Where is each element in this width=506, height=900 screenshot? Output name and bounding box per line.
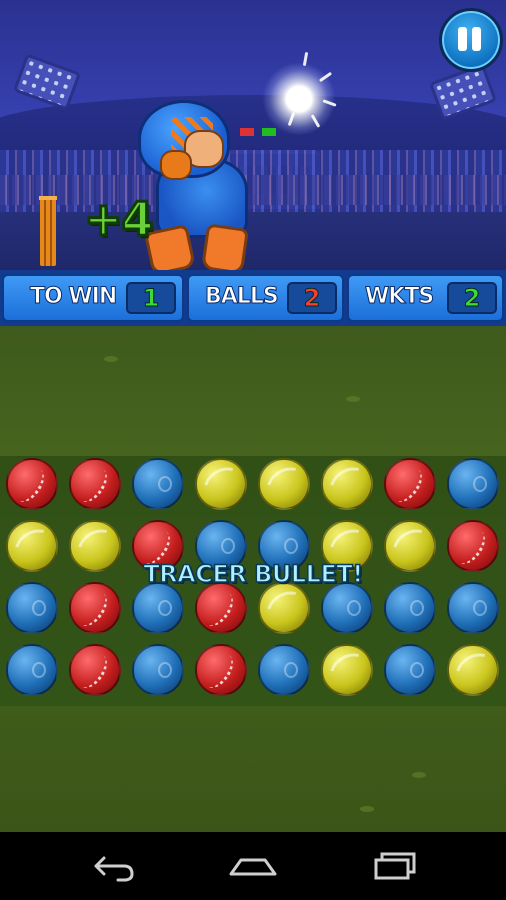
- to-win-panel: TO WIN 1: [2, 274, 184, 322]
- back-arrow-icon: [94, 856, 134, 882]
- blue-ball-r1-c3[interactable]: [132, 458, 184, 510]
- grass-patch: [360, 806, 374, 812]
- batting-glove: [160, 150, 192, 180]
- blue-ball-r3-c6[interactable]: [321, 582, 373, 634]
- recent-apps-icon: [374, 852, 416, 880]
- tennis-ball-r1-c4[interactable]: [195, 458, 247, 510]
- stadium-scene: +4: [0, 0, 506, 270]
- tennis-ball-r1-c5[interactable]: [258, 458, 310, 510]
- blue-ball-r4-c7[interactable]: [384, 644, 436, 696]
- cricket-ball-r4-c2[interactable]: [69, 644, 121, 696]
- floodlight-left: [12, 53, 82, 111]
- blue-ball-r3-c8[interactable]: [447, 582, 499, 634]
- stumps: [39, 196, 57, 266]
- pause-button[interactable]: [439, 8, 503, 72]
- blue-ball-r1-c8[interactable]: [447, 458, 499, 510]
- wickets-label: WKTS: [364, 284, 434, 310]
- balls-panel: BALLS 2: [187, 274, 344, 322]
- tennis-ball-r4-c8[interactable]: [447, 644, 499, 696]
- cricket-ball-r3-c4[interactable]: [195, 582, 247, 634]
- blue-ball-r3-c1[interactable]: [6, 582, 58, 634]
- blue-ball-r3-c7[interactable]: [384, 582, 436, 634]
- power-up-message: TRACER BULLET!: [143, 559, 364, 589]
- nav-home-button[interactable]: [223, 846, 283, 886]
- cricket-ball-r1-c2[interactable]: [69, 458, 121, 510]
- wickets-value: 2: [447, 282, 497, 314]
- blue-ball-r3-c3[interactable]: [132, 582, 184, 634]
- grass-patch: [346, 396, 360, 402]
- tennis-ball-r3-c5[interactable]: [258, 582, 310, 634]
- balls-label: BALLS: [205, 284, 280, 310]
- tennis-ball-r4-c6[interactable]: [321, 644, 373, 696]
- balls-value: 2: [287, 282, 337, 314]
- play-field: TRACER BULLET!: [0, 326, 506, 832]
- grass-patch: [412, 772, 426, 778]
- cricket-ball-r3-c2[interactable]: [69, 582, 121, 634]
- to-win-value: 1: [126, 282, 176, 314]
- tennis-ball-r1-c6[interactable]: [321, 458, 373, 510]
- hit-sparks: [270, 51, 340, 132]
- blue-ball-r4-c5[interactable]: [258, 644, 310, 696]
- leg-pad-right: [201, 223, 249, 270]
- blue-ball-r4-c1[interactable]: [6, 644, 58, 696]
- to-win-label: TO WIN: [29, 284, 117, 310]
- nav-back-button[interactable]: [82, 846, 142, 886]
- blue-ball-r4-c3[interactable]: [132, 644, 184, 696]
- cricket-ball-r1-c7[interactable]: [384, 458, 436, 510]
- cricket-ball-r1-c1[interactable]: [6, 458, 58, 510]
- nav-recent-apps-button[interactable]: [364, 846, 424, 886]
- grass-patch: [104, 356, 118, 362]
- home-icon: [229, 858, 277, 876]
- wickets-panel: WKTS 2: [347, 274, 504, 322]
- runs-scored-popup: +4: [83, 192, 156, 246]
- system-navigation-bar: [0, 832, 506, 900]
- cricket-ball-r4-c4[interactable]: [195, 644, 247, 696]
